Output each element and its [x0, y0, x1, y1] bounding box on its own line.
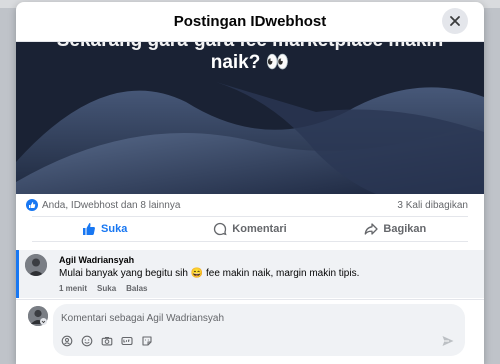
comment-reply-link[interactable]: Balas	[126, 284, 147, 293]
post-modal: Postingan IDwebhost Seka	[16, 2, 484, 364]
comment-button[interactable]: Komentari	[177, 217, 322, 241]
composer-avatar[interactable]	[28, 306, 48, 326]
share-count[interactable]: 3 Kali dibagikan	[397, 200, 468, 211]
thumbs-up-icon	[83, 223, 95, 235]
share-icon	[365, 223, 379, 235]
comment-body: Agil Wadriansyah Mulai banyak yang begit…	[59, 255, 359, 293]
post-image[interactable]: Sekarang gara-gara fee marketplace makin…	[16, 42, 484, 194]
action-bar: Suka Komentari Bagikan	[32, 216, 468, 242]
comment-composer	[16, 299, 484, 364]
comment-item: Agil Wadriansyah Mulai banyak yang begit…	[16, 250, 484, 298]
comment-input-box	[53, 304, 465, 356]
comment-button-label: Komentari	[232, 223, 287, 235]
like-reaction-icon	[26, 199, 38, 211]
emoji-icon[interactable]	[81, 335, 93, 347]
image-caption-cut: Sekarang gara-gara fee marketplace makin	[16, 42, 484, 52]
comment-input[interactable]	[61, 310, 441, 326]
reaction-summary-text: Anda, IDwebhost dan 8 lainnya	[42, 199, 181, 211]
close-icon	[450, 16, 460, 26]
comment-icon	[214, 222, 227, 236]
composer-toolbar	[61, 335, 153, 347]
reaction-summary-row: Anda, IDwebhost dan 8 lainnya 3 Kali dib…	[16, 194, 484, 216]
close-button[interactable]	[442, 8, 468, 34]
modal-title: Postingan IDwebhost	[173, 13, 327, 30]
gif-icon[interactable]	[121, 335, 133, 347]
like-button-label: Suka	[101, 223, 128, 235]
reaction-summary[interactable]: Anda, IDwebhost dan 8 lainnya	[26, 199, 180, 211]
comment-time[interactable]: 1 menit	[59, 284, 87, 293]
share-button[interactable]: Bagikan	[323, 217, 468, 241]
avatar-sticker-icon[interactable]	[61, 335, 73, 347]
modal-header: Postingan IDwebhost	[16, 2, 484, 42]
comment-like-link[interactable]: Suka	[97, 284, 116, 293]
avatar[interactable]	[25, 254, 47, 276]
camera-icon[interactable]	[101, 335, 113, 347]
comment-text: Mulai banyak yang begitu sih 😄 fee makin…	[59, 268, 360, 279]
like-button[interactable]: Suka	[32, 217, 177, 241]
comment-meta: 1 menit Suka Balas	[59, 284, 359, 293]
sticker-icon[interactable]	[141, 335, 153, 347]
image-caption: naik? 👀	[210, 52, 290, 73]
share-button-label: Bagikan	[383, 223, 427, 235]
comment-author[interactable]: Agil Wadriansyah	[59, 255, 359, 265]
send-icon[interactable]	[441, 334, 455, 348]
